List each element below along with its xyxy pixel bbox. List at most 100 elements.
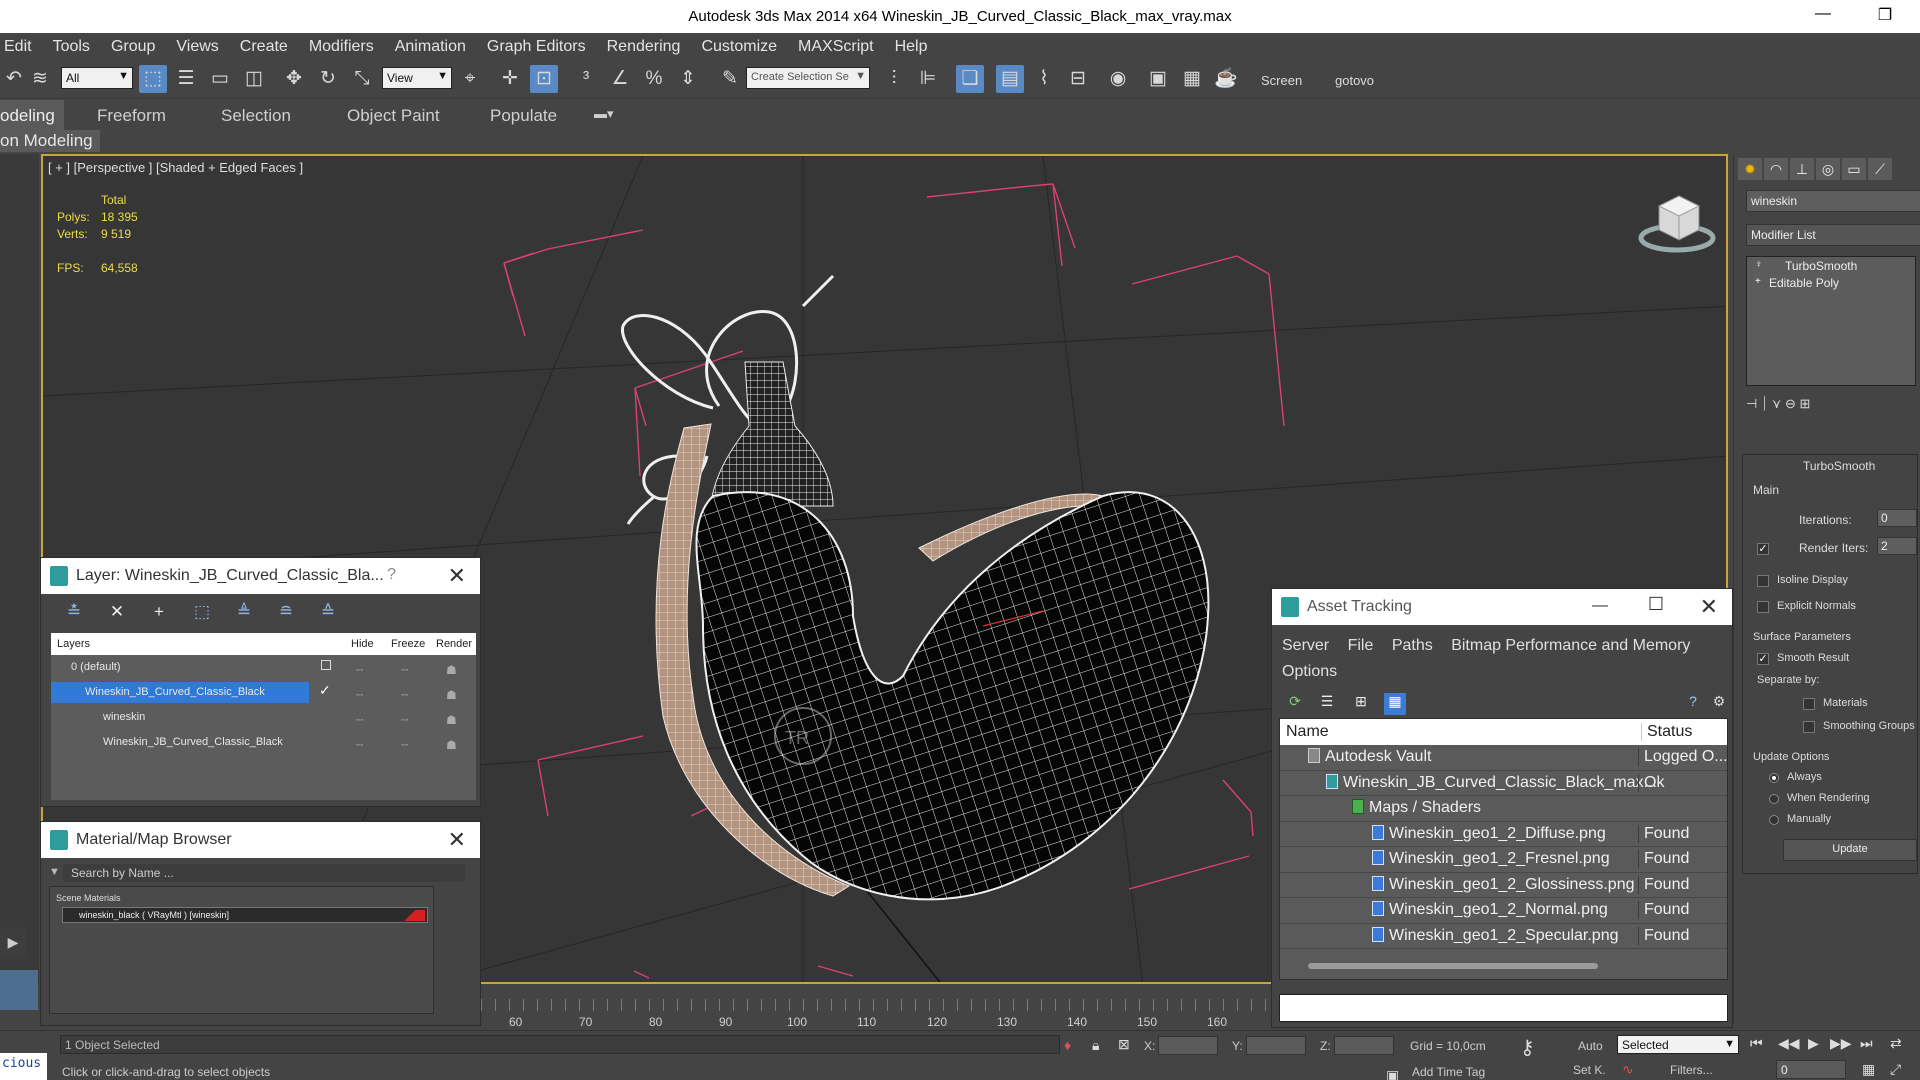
menu-file[interactable]: File: [1348, 637, 1374, 654]
key-filters-button[interactable]: Filters...: [1670, 1063, 1713, 1077]
help-icon[interactable]: ?: [1682, 693, 1704, 715]
column-name[interactable]: Name: [1286, 723, 1329, 741]
schematic-view-icon[interactable]: ⊟: [1064, 65, 1092, 93]
minimize-button[interactable]: —: [1808, 5, 1838, 23]
freeze-all-icon[interactable]: ≙: [317, 602, 339, 624]
tab-object-paint[interactable]: Object Paint: [347, 106, 440, 126]
play-icon[interactable]: ▶: [1808, 1035, 1819, 1052]
display-tab-icon[interactable]: ▭: [1842, 158, 1866, 180]
hide-all-icon[interactable]: ≘: [275, 602, 297, 624]
options-arrow-icon[interactable]: ▼: [49, 866, 60, 878]
hide-toggle[interactable]: ┄: [356, 738, 363, 752]
check-icon[interactable]: ✓: [319, 682, 331, 699]
align-icon[interactable]: ⊫: [914, 65, 942, 93]
curve-editor-icon[interactable]: ⌇: [1030, 65, 1058, 93]
viewcube-icon[interactable]: [1633, 186, 1723, 256]
delete-layer-icon[interactable]: ✕: [106, 602, 128, 624]
update-button[interactable]: Update: [1783, 839, 1917, 861]
hide-toggle[interactable]: ┄: [356, 713, 363, 727]
explicit-normals-checkbox[interactable]: [1757, 601, 1769, 613]
previous-frame-icon[interactable]: ◀◀: [1778, 1035, 1800, 1052]
close-icon[interactable]: ✕: [1700, 594, 1718, 620]
asset-row[interactable]: Wineskin_JB_Curved_Classic_Black_max... …: [1280, 771, 1727, 796]
viewport-label[interactable]: [ + ] [Perspective ] [Shaded + Edged Fac…: [48, 160, 303, 175]
key-filter-dropdown[interactable]: Selected ▼: [1617, 1035, 1739, 1054]
set-key-button[interactable]: Set K.: [1573, 1063, 1606, 1077]
current-frame-input[interactable]: 0: [1776, 1060, 1846, 1079]
select-in-layer-icon[interactable]: ⬚: [191, 602, 213, 624]
mirror-icon[interactable]: ⫶: [880, 65, 908, 93]
absolute-mode-icon[interactable]: ⊠: [1118, 1036, 1130, 1053]
create-tab-icon[interactable]: ✹: [1738, 158, 1762, 180]
menu-paths[interactable]: Paths: [1392, 637, 1433, 654]
current-layer-box[interactable]: [321, 660, 331, 670]
stack-item-turbosmooth[interactable]: ♀ TurboSmooth: [1747, 257, 1915, 274]
menu-create[interactable]: Create: [230, 38, 299, 56]
material-editor-icon[interactable]: ◉: [1104, 65, 1132, 93]
when-rendering-radio[interactable]: [1769, 794, 1779, 804]
render-setup-icon[interactable]: ▣: [1144, 65, 1172, 93]
named-selection-dropdown[interactable]: Create Selection Se ▼: [746, 67, 870, 89]
material-item[interactable]: wineskin_black ( VRayMtl ) [wineskin]: [62, 907, 428, 923]
materials-checkbox[interactable]: [1803, 698, 1815, 710]
select-by-name-icon[interactable]: ☰: [172, 65, 200, 93]
ribbon-toggle-icon[interactable]: ▤: [996, 65, 1024, 93]
layer-row[interactable]: wineskin ┄ ┄ ☗: [51, 705, 476, 730]
highlight-layer-icon[interactable]: ≜: [233, 602, 255, 624]
layer-row[interactable]: 0 (default) ┄ ┄ ☗: [51, 655, 476, 680]
layer-dialog-titlebar[interactable]: Layer: Wineskin_JB_Curved_Classic_Bla...…: [41, 558, 480, 594]
restore-button[interactable]: ❐: [1870, 5, 1900, 25]
edit-named-selection-icon[interactable]: ✎: [716, 65, 744, 93]
selection-filter-dropdown[interactable]: All ▼: [61, 67, 133, 89]
isoline-checkbox[interactable]: [1757, 575, 1769, 587]
menu-modifiers[interactable]: Modifiers: [299, 38, 385, 56]
smooth-result-checkbox[interactable]: ✓: [1757, 653, 1769, 665]
menu-group[interactable]: Group: [101, 38, 166, 56]
ribbon-options-icon[interactable]: ▬▾: [594, 106, 614, 122]
window-crossing-icon[interactable]: ◫: [240, 65, 268, 93]
asset-row[interactable]: Autodesk Vault Logged O...: [1280, 745, 1728, 771]
select-object-icon[interactable]: ⬚: [139, 65, 167, 93]
rendered-frame-icon[interactable]: ▦: [1178, 65, 1206, 93]
rollout-title[interactable]: TurboSmooth: [1803, 459, 1875, 473]
scene-materials-group[interactable]: Scene Materials: [56, 893, 121, 903]
render-teapot-icon[interactable]: ☗: [446, 663, 457, 677]
freeze-toggle[interactable]: ┄: [401, 738, 408, 752]
percent-snap-icon[interactable]: %: [640, 65, 668, 93]
isolate-selection-icon[interactable]: ♦: [1064, 1037, 1071, 1053]
column-status[interactable]: Status: [1641, 723, 1692, 741]
link-icon[interactable]: ≋: [26, 65, 54, 93]
polygon-modeling-label[interactable]: on Modeling: [0, 130, 100, 152]
freeze-toggle[interactable]: ┄: [401, 688, 408, 702]
expand-arrow-icon[interactable]: ▶: [0, 927, 26, 957]
go-to-start-icon[interactable]: ⏮: [1750, 1035, 1763, 1052]
stack-tools-icons[interactable]: ⊣ ⏐ ⋎ ⊖ ⊞: [1746, 396, 1810, 412]
layer-row[interactable]: Wineskin_JB_Curved_Classic_Black ┄ ┄ ☗: [51, 730, 476, 755]
menu-views[interactable]: Views: [166, 38, 229, 56]
column-freeze[interactable]: Freeze: [391, 638, 425, 650]
scale-icon[interactable]: ⤡: [348, 65, 376, 93]
motion-tab-icon[interactable]: ◎: [1816, 158, 1840, 180]
tab-freeform[interactable]: Freeform: [97, 106, 166, 126]
undo-icon[interactable]: ↶: [0, 65, 28, 93]
hide-toggle[interactable]: ┄: [356, 663, 363, 677]
manually-radio[interactable]: [1769, 815, 1779, 825]
menu-edit[interactable]: Edit: [0, 38, 43, 56]
move-icon[interactable]: ✥: [280, 65, 308, 93]
asset-row[interactable]: Wineskin_geo1_2_Normal.png Found: [1280, 898, 1727, 924]
time-config-icon[interactable]: ▦: [1862, 1061, 1875, 1078]
time-ruler[interactable]: 60 70 80 90 100 110 120 130 140 150 160: [481, 997, 1271, 1029]
keyboard-shortcut-icon[interactable]: ⊡: [530, 65, 558, 93]
render-iters-input[interactable]: 2: [1877, 537, 1917, 555]
snap-toggle-icon[interactable]: ³: [572, 65, 600, 93]
list-view-icon[interactable]: ☰: [1316, 693, 1338, 715]
freeze-toggle[interactable]: ┄: [401, 663, 408, 677]
z-coordinate-input[interactable]: [1334, 1036, 1394, 1055]
menu-graph-editors[interactable]: Graph Editors: [477, 38, 597, 56]
column-hide[interactable]: Hide: [351, 638, 374, 650]
key-icon[interactable]: ⚷: [1520, 1035, 1535, 1060]
material-browser-titlebar[interactable]: Material/Map Browser ✕: [41, 822, 480, 858]
layer-row[interactable]: Wineskin_JB_Curved_Classic_Black ✓ ┄ ┄ ☗: [51, 680, 476, 705]
zoom-extents-icon[interactable]: ⤢: [1890, 1061, 1901, 1078]
asset-row[interactable]: Wineskin_geo1_2_Fresnel.png Found: [1280, 847, 1727, 873]
